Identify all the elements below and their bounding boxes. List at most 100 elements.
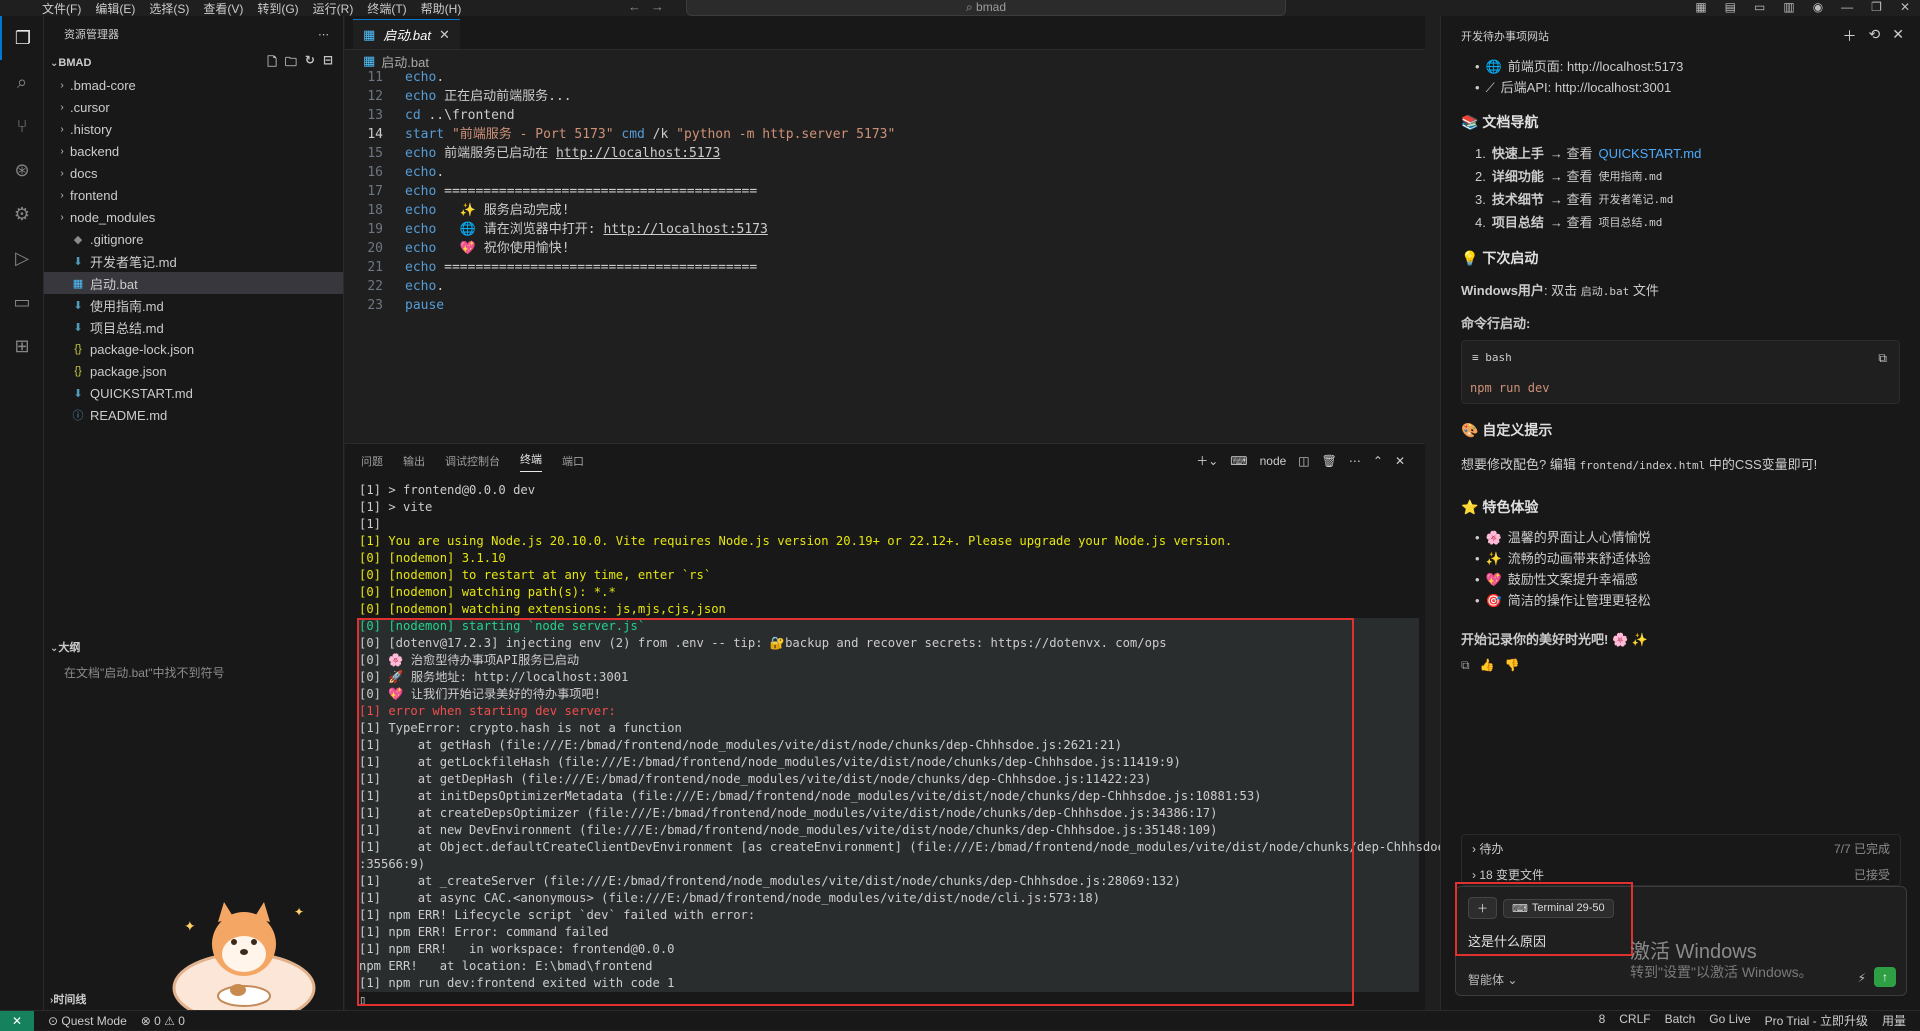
command-center-text: bmad xyxy=(976,0,1007,14)
refresh-icon[interactable]: ↻ xyxy=(305,53,315,74)
tree-item-json[interactable]: {} package-lock.json xyxy=(44,338,343,360)
tree-item-folder[interactable]: › frontend xyxy=(44,184,343,206)
split-terminal-icon[interactable]: ◫ xyxy=(1298,454,1309,468)
timeline-header[interactable]: ›时间线 xyxy=(44,988,344,1010)
tree-item-md[interactable]: ⬇ 使用指南.md xyxy=(44,294,343,316)
trash-icon[interactable]: 🗑 xyxy=(1322,454,1337,468)
menu-item[interactable]: 编辑(E) xyxy=(95,0,135,17)
collapse-icon[interactable]: ⊟ xyxy=(323,53,333,74)
layout-icon[interactable]: ▦ xyxy=(1695,0,1706,14)
remote-explorer-icon[interactable]: ▭ xyxy=(0,280,44,324)
outline-header[interactable]: ⌄大纲 xyxy=(44,636,344,658)
more-actions-icon[interactable]: ⋯ xyxy=(318,28,329,41)
menu-item[interactable]: 转到(G) xyxy=(257,0,298,17)
minimize-button[interactable]: — xyxy=(1841,0,1853,14)
tab-startup-bat[interactable]: ▦ 启动.bat ✕ xyxy=(353,19,460,49)
nav-arrows[interactable]: ←→ xyxy=(628,0,674,14)
close-window-button[interactable]: ✕ xyxy=(1900,0,1910,14)
tree-item-info[interactable]: ⓘ README.md xyxy=(44,404,343,426)
run-icon[interactable]: ▷ xyxy=(0,236,44,280)
menu-item[interactable]: 查看(V) xyxy=(203,0,243,17)
code-editor[interactable]: 11 echo. 12 echo 正在启动前端服务... 13 cd ..\fronten… xyxy=(345,70,1425,450)
status-item[interactable]: Pro Trial - 立即升级 xyxy=(1765,1012,1868,1029)
sidebar-toggle-icon[interactable]: ▤ xyxy=(1725,0,1736,14)
menu-item[interactable]: 文件(F) xyxy=(42,0,81,17)
panel-tab[interactable]: 终端 xyxy=(520,451,542,472)
thumbs-up-icon[interactable]: 👍 xyxy=(1480,658,1495,673)
tree-item-folder[interactable]: › .bmad-core xyxy=(44,74,343,96)
more-icon[interactable]: ⋯ xyxy=(1349,454,1361,468)
doc-nav-target[interactable]: QUICKSTART.md xyxy=(1598,142,1701,165)
status-right: 8 CRLF Batch Go Live Pro Trial - 立即升级 用量 xyxy=(1599,1012,1906,1029)
close-panel-icon[interactable]: ✕ xyxy=(1395,454,1405,468)
code-token: http://localhost:5173 xyxy=(555,146,721,161)
link-text[interactable]: 前端页面: http://localhost:5173 xyxy=(1508,56,1684,77)
extensions-grid-icon[interactable]: ⊞ xyxy=(0,324,44,368)
terminal-line: [1] > frontend@0.0.0 dev xyxy=(359,483,536,497)
tree-item-json[interactable]: {} package.json xyxy=(44,360,343,382)
remote-indicator-icon[interactable]: ✕ xyxy=(0,1010,34,1031)
new-terminal-icon[interactable]: ＋⌄ xyxy=(1196,452,1218,469)
copy-message-icon[interactable]: ⧉ xyxy=(1461,658,1470,673)
todo-row[interactable]: › 待办 7/7 已完成 xyxy=(1462,835,1900,861)
new-file-icon[interactable]: 🗋 xyxy=(267,53,277,74)
maximize-panel-icon[interactable]: ⌃ xyxy=(1373,454,1383,468)
close-chat-icon[interactable]: ✕ xyxy=(1892,26,1904,46)
history-icon[interactable]: ⟲ xyxy=(1869,26,1881,46)
close-tab-icon[interactable]: ✕ xyxy=(439,27,450,43)
source-control-icon[interactable]: ⑂ xyxy=(0,104,44,148)
agent-mode-select[interactable]: 智能体 ⌄ xyxy=(1468,971,1517,988)
status-item[interactable]: CRLF xyxy=(1619,1012,1650,1029)
secondary-sidebar-icon[interactable]: ▥ xyxy=(1783,0,1794,14)
maximize-button[interactable]: ❐ xyxy=(1871,0,1882,14)
debug-icon[interactable]: ⊛ xyxy=(0,148,44,192)
search-icon[interactable]: ⌕ xyxy=(0,60,44,104)
status-item[interactable]: Batch xyxy=(1665,1012,1696,1029)
new-folder-icon[interactable]: 🗀 xyxy=(285,53,297,74)
tree-item-md[interactable]: ⬇ 开发者笔记.md xyxy=(44,250,343,272)
panel-toolbar: ＋⌄ ⌨ node ◫ 🗑 ⋯ ⌃ ✕ xyxy=(1196,452,1405,469)
status-item[interactable]: 8 xyxy=(1599,1012,1606,1029)
menu-item[interactable]: 终端(T) xyxy=(367,0,406,17)
status-item[interactable]: 用量 xyxy=(1882,1012,1906,1029)
thumbs-down-icon[interactable]: 👎 xyxy=(1505,658,1520,673)
tree-item-folder[interactable]: › .cursor xyxy=(44,96,343,118)
panel-tab[interactable]: 输出 xyxy=(403,453,425,469)
problems-indicator[interactable]: ⊗ 0 ⚠ 0 xyxy=(141,1014,185,1028)
explorer-icon[interactable]: ❐ xyxy=(0,16,44,60)
panel-tab[interactable]: 调试控制台 xyxy=(445,453,500,469)
folder-root-header[interactable]: ⌄BMAD 🗋 🗀 ↻ ⊟ xyxy=(44,52,343,74)
line-number: 15 xyxy=(367,146,383,161)
menu-item[interactable]: 帮助(H) xyxy=(421,0,462,17)
panel-tab[interactable]: 问题 xyxy=(361,453,383,469)
extensions-icon[interactable]: ⚙ xyxy=(0,192,44,236)
panel-toggle-icon[interactable]: ▭ xyxy=(1754,0,1765,14)
menu-item[interactable]: 运行(R) xyxy=(313,0,354,17)
doc-nav-bold: 项目总结 xyxy=(1491,215,1544,230)
tree-item-md[interactable]: ⬇ QUICKSTART.md xyxy=(44,382,343,404)
tree-item-folder[interactable]: › docs xyxy=(44,162,343,184)
copy-icon[interactable]: ⧉ xyxy=(1878,351,1887,366)
tree-item-md[interactable]: ⬇ 项目总结.md xyxy=(44,316,343,338)
panel-tab[interactable]: 端口 xyxy=(562,453,584,469)
send-button[interactable]: ↑ xyxy=(1874,967,1896,987)
quest-mode-item[interactable]: ⊙ Quest Mode xyxy=(48,1014,127,1028)
todo-status: 7/7 已完成 xyxy=(1833,841,1890,856)
status-item[interactable]: Go Live xyxy=(1709,1012,1750,1029)
tree-item-folder[interactable]: › node_modules xyxy=(44,206,343,228)
auto-model-icon[interactable]: ⚡ xyxy=(1858,971,1866,985)
tree-item-file[interactable]: ◆ .gitignore xyxy=(44,228,343,250)
terminal-name[interactable]: node xyxy=(1260,454,1287,468)
command-center[interactable]: ⌕ bmad xyxy=(686,0,1286,16)
menu-item[interactable]: 选择(S) xyxy=(149,0,189,17)
link-text[interactable]: 后端API: http://localhost:3001 xyxy=(1501,77,1672,98)
feature-icon: ✨ xyxy=(1485,551,1502,566)
account-icon[interactable]: ◉ xyxy=(1813,0,1823,14)
tree-item-folder[interactable]: › backend xyxy=(44,140,343,162)
code-token: echo xyxy=(405,165,437,180)
tree-item-folder[interactable]: › .history xyxy=(44,118,343,140)
tree-item-bat[interactable]: ▦ 启动.bat xyxy=(44,272,343,294)
svg-text:✦: ✦ xyxy=(184,918,196,934)
new-chat-icon[interactable]: ＋ xyxy=(1843,26,1857,46)
tree-item-label: QUICKSTART.md xyxy=(90,385,193,401)
